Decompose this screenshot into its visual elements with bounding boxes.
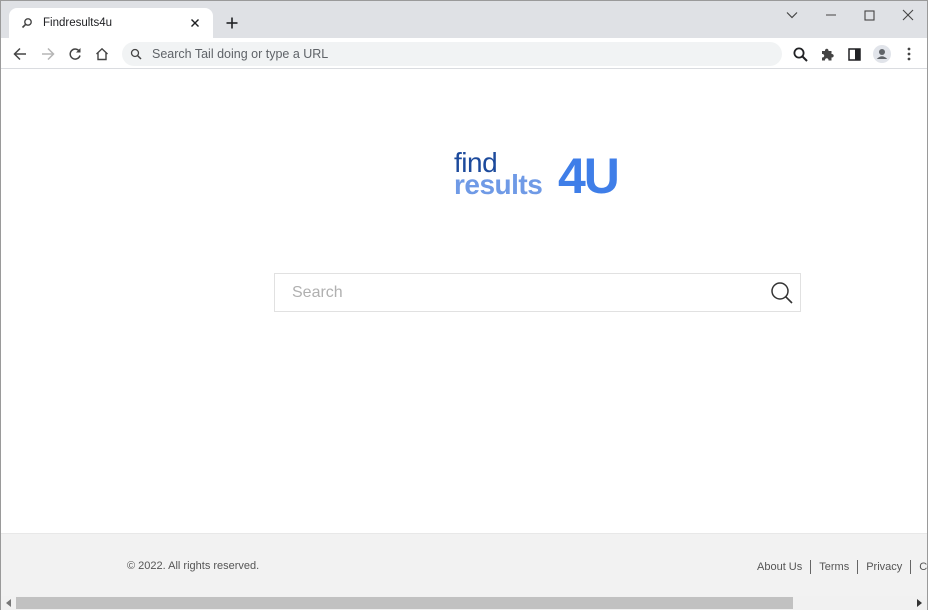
scroll-left-arrow-icon[interactable] <box>4 598 14 608</box>
footer-divider <box>810 560 812 574</box>
footer-divider <box>910 560 912 574</box>
footer-link-about-us[interactable]: About Us <box>757 561 802 573</box>
search-icon <box>19 15 35 31</box>
reload-icon <box>69 48 81 60</box>
forward-button[interactable] <box>36 42 60 66</box>
address-bar[interactable] <box>122 42 782 66</box>
reload-button[interactable] <box>63 42 87 66</box>
site-logo[interactable]: find results 4U <box>454 148 634 204</box>
close-tab-icon[interactable] <box>187 15 203 31</box>
search-icon <box>130 47 144 61</box>
footer-link-contact[interactable]: Contact <box>919 561 928 573</box>
maximize-icon <box>863 9 875 21</box>
search-box <box>274 273 801 312</box>
maximize-button[interactable] <box>856 3 882 27</box>
profile-icon <box>873 45 891 63</box>
minimize-icon <box>826 14 836 16</box>
logo-brand: 4U <box>558 148 620 204</box>
search-icon <box>771 282 793 304</box>
tab-search-button[interactable] <box>779 3 805 27</box>
profile-button[interactable] <box>870 42 894 66</box>
search-icon <box>793 47 808 62</box>
forward-icon <box>42 47 55 61</box>
plus-icon <box>226 17 238 29</box>
scrollbar-thumb[interactable] <box>16 597 793 609</box>
footer-link-terms[interactable]: Terms <box>819 561 849 573</box>
search-tabs-button[interactable] <box>788 42 812 66</box>
page-content: find results 4U © 2022. All rights reser… <box>1 69 928 597</box>
footer-link-privacy[interactable]: Privacy <box>866 561 902 573</box>
footer-divider <box>857 560 859 574</box>
side-panel-button[interactable] <box>842 42 866 66</box>
browser-window: Findresults4u Search Tail doing or type … <box>0 0 928 610</box>
new-tab-button[interactable] <box>221 12 243 34</box>
menu-icon <box>907 47 911 61</box>
back-icon <box>13 47 26 61</box>
tab-strip: Findresults4u <box>1 1 927 38</box>
browser-tab[interactable]: Findresults4u <box>9 8 213 38</box>
search-button[interactable] <box>769 280 795 306</box>
address-input[interactable] <box>152 47 752 61</box>
horizontal-scrollbar[interactable] <box>1 596 927 610</box>
chevron-down-icon <box>786 12 798 19</box>
search-input[interactable] <box>275 283 755 302</box>
home-icon <box>96 47 108 61</box>
close-window-button[interactable] <box>895 3 921 27</box>
close-icon <box>902 9 914 21</box>
footer-links: About Us Terms Privacy Contact <box>757 560 928 574</box>
minimize-button[interactable] <box>818 3 844 27</box>
side-panel-icon <box>847 47 861 61</box>
scroll-right-arrow-icon[interactable] <box>914 598 924 608</box>
extensions-button[interactable] <box>815 42 839 66</box>
back-button[interactable] <box>8 42 32 66</box>
tab-title: Findresults4u <box>43 17 113 29</box>
logo-results: results <box>454 169 543 200</box>
page-footer: © 2022. All rights reserved. About Us Te… <box>1 533 928 597</box>
menu-button[interactable] <box>897 42 921 66</box>
home-button[interactable] <box>90 42 114 66</box>
extensions-icon <box>822 48 834 61</box>
browser-toolbar <box>1 38 927 69</box>
copyright-text: © 2022. All rights reserved. <box>127 560 260 572</box>
